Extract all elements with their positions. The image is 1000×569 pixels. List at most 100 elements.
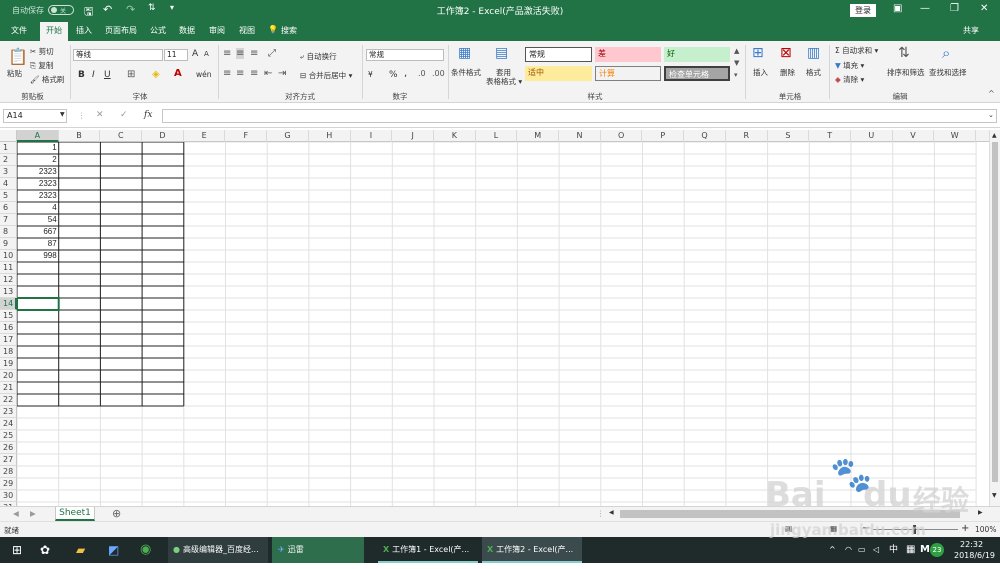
align-right-icon[interactable]: ≡ (250, 68, 258, 79)
taskbar-item-excel-2[interactable]: X 工作簿2 - Excel(产... (482, 537, 582, 563)
horizontal-scroll-thumb[interactable] (620, 510, 960, 518)
comma-button[interactable]: , (404, 68, 407, 79)
fill-color-icon[interactable]: ◈ (152, 69, 160, 80)
percent-button[interactable]: % (389, 70, 398, 80)
column-header-o[interactable]: O (601, 130, 643, 142)
vertical-scrollbar[interactable]: ▲ ▼ (989, 130, 1000, 506)
autosum-button[interactable]: Σ 自动求和 ▾ (835, 45, 878, 56)
tray-expand-icon[interactable]: ^ (829, 537, 836, 563)
font-color-icon[interactable]: A (174, 68, 182, 79)
tab-review[interactable]: 审阅 (209, 25, 225, 36)
page-view-icon[interactable]: ▣ (785, 524, 792, 533)
orientation-icon[interactable]: ⤢ (268, 48, 276, 59)
wifi-icon[interactable]: ◠ (845, 537, 852, 563)
zoom-slider-thumb[interactable] (913, 525, 916, 534)
indent-decrease-icon[interactable]: ⇤ (264, 68, 272, 79)
row-header-11[interactable]: 11 (0, 262, 17, 274)
column-header-b[interactable]: B (59, 130, 101, 142)
row-header-10[interactable]: 10 (0, 250, 17, 262)
tab-file[interactable]: 文件 (11, 25, 27, 36)
scroll-down-icon[interactable]: ▼ (992, 492, 997, 499)
column-header-u[interactable]: U (851, 130, 893, 142)
cell-a6[interactable]: 4 (17, 202, 59, 214)
align-bottom-icon[interactable]: ≡ (250, 48, 258, 59)
format-painter-button[interactable]: 🖌 格式刷 (30, 74, 64, 85)
phonetic-button[interactable]: wén (196, 70, 212, 79)
style-normal[interactable]: 常规 (525, 47, 592, 62)
find-select-button[interactable]: 查找和选择 (929, 67, 967, 78)
paste-icon[interactable]: 📋 (8, 47, 28, 66)
insert-cells-button[interactable]: 插入 (753, 67, 768, 78)
cell-a9[interactable]: 87 (17, 238, 59, 250)
cut-button[interactable]: ✂ 剪切 (30, 46, 54, 57)
scroll-left-icon[interactable]: ◀ (609, 509, 614, 516)
app-icon[interactable]: ✿ (40, 537, 50, 563)
volume-icon[interactable]: ◁ (873, 537, 879, 563)
close-button[interactable]: ✕ (980, 3, 988, 14)
style-check-cell[interactable]: 检查单元格 (664, 66, 730, 81)
app-icon[interactable]: ◩ (108, 537, 119, 563)
file-explorer-icon[interactable]: ▰ (76, 537, 85, 563)
taskbar-item-xunlei[interactable]: ✈ 迅雷 (272, 537, 364, 563)
column-header-v[interactable]: V (893, 130, 935, 142)
row-header-5[interactable]: 5 (0, 190, 17, 202)
clock-date[interactable]: 2018/6/19 (954, 543, 995, 569)
tab-search[interactable]: 搜索 (281, 25, 297, 36)
align-center-icon[interactable]: ≡ (236, 68, 244, 79)
row-header-23[interactable]: 23 (0, 406, 17, 418)
worksheet-grid[interactable]: ABCDEFGHIJKLMNOPQRSTUVW 1 2 3 4 5 6 7 8 9 10 11 12 1… (0, 130, 989, 506)
style-bad[interactable]: 差 (595, 47, 661, 62)
row-header-12[interactable]: 12 (0, 274, 17, 286)
row-header-22[interactable]: 22 (0, 394, 17, 406)
tab-formulas[interactable]: 公式 (150, 25, 166, 36)
merge-center-button[interactable]: ⊟ 合并后居中 ▾ (300, 70, 352, 81)
delete-cells-button[interactable]: 删除 (780, 67, 795, 78)
tab-data[interactable]: 数据 (179, 25, 195, 36)
border-icon[interactable]: ⊞ (127, 69, 135, 80)
ribbon-display-icon[interactable]: ▣ (893, 3, 902, 14)
login-button[interactable]: 登录 (850, 4, 876, 17)
tab-insert[interactable]: 插入 (76, 25, 92, 36)
underline-button[interactable]: U (104, 70, 111, 80)
wrap-text-button[interactable]: ⤶ 自动换行 (300, 51, 337, 62)
align-middle-icon[interactable]: ≡ (236, 48, 245, 59)
restore-button[interactable]: ❐ (950, 3, 959, 14)
sort-filter-button[interactable]: 排序和筛选 (887, 67, 925, 78)
row-header-8[interactable]: 8 (0, 226, 17, 238)
font-name-select[interactable]: 等线 (73, 49, 163, 61)
increase-decimal-icon[interactable]: .0 (418, 69, 426, 78)
cell-a1[interactable]: 1 (17, 142, 59, 154)
sheet-tab-sheet1[interactable]: Sheet1 (55, 507, 95, 521)
align-left-icon[interactable]: ≡ (223, 68, 231, 79)
taskbar-item-excel-1[interactable]: X 工作簿1 - Excel(产... (378, 537, 478, 563)
column-header-j[interactable]: J (392, 130, 434, 142)
tab-home[interactable]: 开始 (40, 22, 68, 41)
minimize-button[interactable]: — (920, 3, 930, 14)
column-header-i[interactable]: I (351, 130, 393, 142)
column-header-l[interactable]: L (476, 130, 518, 142)
column-header-n[interactable]: N (559, 130, 601, 142)
share-button[interactable]: 共享 (963, 25, 979, 36)
row-header-29[interactable]: 29 (0, 478, 17, 490)
add-sheet-icon[interactable]: ⊕ (112, 507, 121, 520)
bold-button[interactable]: B (78, 70, 85, 80)
column-header-c[interactable]: C (100, 130, 143, 142)
row-header-25[interactable]: 25 (0, 430, 17, 442)
column-header-e[interactable]: E (184, 130, 226, 142)
decrease-decimal-icon[interactable]: .00 (432, 69, 445, 78)
paste-button[interactable]: 粘贴 (7, 68, 22, 79)
notification-badge[interactable]: 23 (930, 543, 944, 557)
zoom-out-button[interactable]: − (862, 523, 870, 534)
corner-select-all[interactable] (0, 130, 17, 142)
tray-m-icon[interactable]: M (920, 537, 930, 563)
battery-icon[interactable]: ▭ (858, 537, 866, 563)
shrink-font-button[interactable]: A (204, 50, 209, 58)
collapse-ribbon-icon[interactable]: ^ (988, 89, 995, 98)
format-cells-button[interactable]: 格式 (806, 67, 821, 78)
fill-button[interactable]: ▼ 填充 ▾ (835, 60, 864, 71)
row-header-2[interactable]: 2 (0, 154, 17, 166)
row-header-18[interactable]: 18 (0, 346, 17, 358)
italic-button[interactable]: I (92, 70, 95, 80)
conditional-format-button[interactable]: 条件格式 (451, 67, 481, 78)
name-box-dropdown-icon[interactable]: ▼ (60, 111, 65, 118)
